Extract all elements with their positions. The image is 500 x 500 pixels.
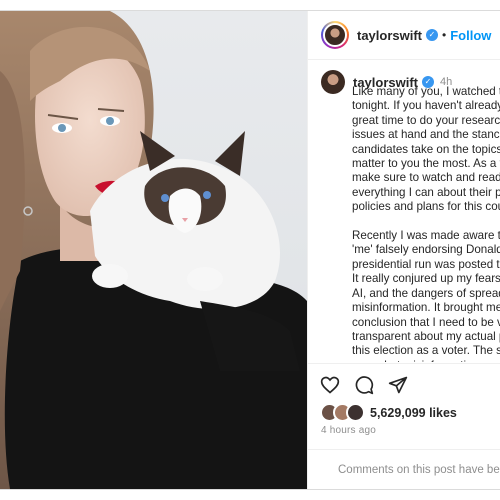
caption-text: Like many of you, I watched the tonight.… [352,85,500,362]
caption-scroll-area[interactable]: taylorswift ✓ 4h Like many of you, I wat… [308,60,500,362]
post-sidebar: taylorswift ✓ • Follow taylorswift ✓ 4h … [307,11,500,489]
share-icon[interactable] [388,375,408,395]
comments-disabled-notice: Comments on this post have been [308,449,500,489]
follow-button[interactable]: Follow [450,28,491,43]
separator-dot: • [442,28,447,42]
header-username[interactable]: taylorswift [357,28,422,43]
post-photo[interactable] [0,11,307,489]
likes-row[interactable]: 5,629,099 likes [320,403,457,422]
action-bar [308,363,500,405]
story-ring[interactable] [321,21,349,49]
heart-icon[interactable] [320,375,340,395]
post-timestamp[interactable]: 4 hours ago [321,425,376,436]
caption-avatar[interactable] [321,70,345,94]
post-header: taylorswift ✓ • Follow [308,11,500,60]
post-photo-illustration [0,11,307,489]
likes-count[interactable]: 5,629,099 likes [370,406,457,420]
instagram-post: taylorswift ✓ • Follow taylorswift ✓ 4h … [0,10,500,490]
avatar[interactable] [323,23,347,47]
liker-avatar [346,403,365,422]
verified-badge-icon: ✓ [426,29,439,41]
liker-avatars [320,403,365,422]
comment-icon[interactable] [354,375,374,395]
